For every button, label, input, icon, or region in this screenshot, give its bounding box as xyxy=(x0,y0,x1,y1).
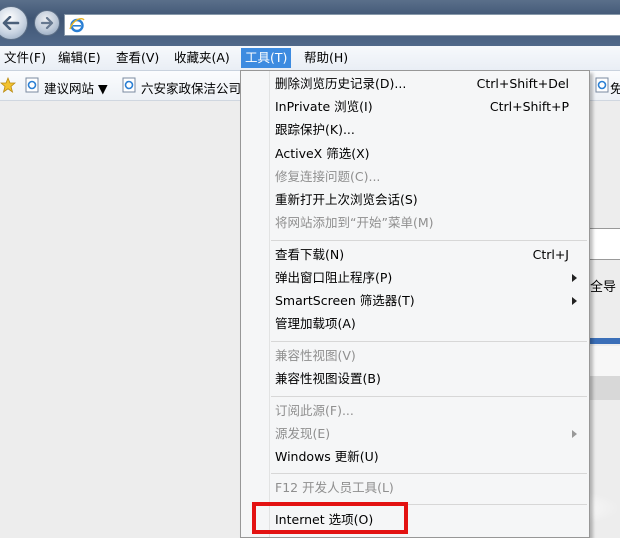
page-gray-strip xyxy=(590,376,620,400)
submenu-arrow-icon xyxy=(572,274,577,282)
tools-dropdown-menu: 删除浏览历史记录(D)... Ctrl+Shift+Del InPrivate … xyxy=(240,70,590,538)
menu-item-f12-devtools: F12 开发人员工具(L) xyxy=(275,480,394,495)
menu-edit[interactable]: 编辑(E) xyxy=(54,49,105,67)
ie-page-icon xyxy=(595,77,609,93)
menu-file[interactable]: 文件(F) xyxy=(0,49,50,67)
shortcut-inprivate: Ctrl+Shift+P xyxy=(489,99,569,114)
menu-separator xyxy=(271,396,587,397)
menu-separator xyxy=(271,240,587,241)
favorite-link-partial[interactable]: 免 xyxy=(610,78,620,97)
menu-view[interactable]: 查看(V) xyxy=(112,49,163,67)
menu-item-feed-discovery: 源发现(E) xyxy=(275,426,331,441)
forward-arrow-icon xyxy=(40,17,54,29)
menu-item-activex-filter[interactable]: ActiveX 筛选(X) xyxy=(275,143,370,165)
back-arrow-icon xyxy=(2,16,20,30)
submenu-arrow-icon xyxy=(572,297,577,305)
forward-button[interactable] xyxy=(34,10,60,36)
ie-page-icon xyxy=(122,77,136,93)
shortcut-view-downloads: Ctrl+J xyxy=(532,247,569,262)
menu-favorites[interactable]: 收藏夹(A) xyxy=(170,49,234,67)
menu-item-reopen-session[interactable]: 重新打开上次浏览会话(S) xyxy=(275,189,418,211)
favorite-link-cleaning[interactable]: 六安家政保洁公司 xyxy=(141,78,241,97)
page-input-box[interactable] xyxy=(588,228,620,260)
menu-item-inprivate[interactable]: InPrivate 浏览(I) xyxy=(275,96,373,118)
menu-item-tracking-protection[interactable]: 跟踪保护(K)... xyxy=(275,119,355,141)
page-blue-strip xyxy=(590,338,620,344)
menu-separator xyxy=(271,473,587,474)
menu-item-smartscreen[interactable]: SmartScreen 筛选器(T) xyxy=(275,290,415,312)
highlight-box xyxy=(252,502,408,534)
menu-item-manage-addons[interactable]: 管理加载项(A) xyxy=(275,313,356,335)
favorites-star-icon[interactable] xyxy=(0,77,16,93)
navigation-bar xyxy=(0,0,620,46)
menu-help[interactable]: 帮助(H) xyxy=(300,49,352,67)
menu-item-compat-view: 兼容性视图(V) xyxy=(275,348,356,363)
submenu-arrow-icon xyxy=(572,430,577,438)
page-partial-text: 全导 xyxy=(590,280,617,295)
suggested-sites-link[interactable]: 建议网站 ▼ xyxy=(44,78,108,97)
page-panel xyxy=(590,346,620,376)
menu-gutter xyxy=(269,71,270,537)
shortcut-delete-history: Ctrl+Shift+Del xyxy=(476,76,569,91)
ie-logo-icon xyxy=(69,18,85,33)
menu-item-windows-update[interactable]: Windows 更新(U) xyxy=(275,446,379,468)
back-button[interactable] xyxy=(0,6,28,40)
suggested-sites-icon xyxy=(25,77,39,93)
menu-bar: 文件(F) 编辑(E) 查看(V) 收藏夹(A) 工具(T) 帮助(H) xyxy=(0,46,620,71)
menu-item-view-downloads[interactable]: 查看下载(N) xyxy=(275,244,344,266)
menu-item-subscribe-feed: 订阅此源(F)... xyxy=(275,403,354,418)
address-bar[interactable] xyxy=(64,14,620,36)
menu-item-compat-settings[interactable]: 兼容性视图设置(B) xyxy=(275,368,381,390)
menu-separator xyxy=(271,341,587,342)
menu-item-add-to-start: 将网站添加到“开始”菜单(M) xyxy=(275,215,434,230)
menu-item-fix-connection: 修复连接问题(C)... xyxy=(275,169,381,184)
menu-item-popup-blocker[interactable]: 弹出窗口阻止程序(P) xyxy=(275,267,392,289)
menu-tools[interactable]: 工具(T) xyxy=(241,48,292,68)
menu-item-delete-history[interactable]: 删除浏览历史记录(D)... xyxy=(275,73,406,95)
